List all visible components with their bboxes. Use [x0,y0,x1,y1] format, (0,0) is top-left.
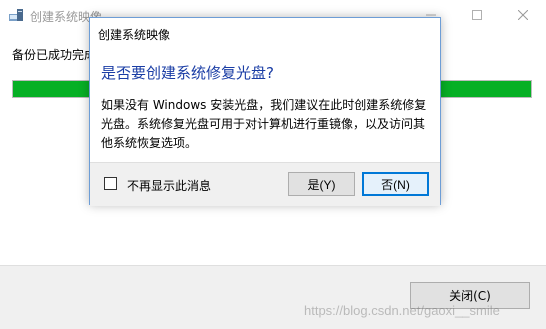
yes-button[interactable]: 是(Y) [288,172,355,196]
dont-show-again-label[interactable]: 不再显示此消息 [127,177,211,194]
dialog-heading: 是否要创建系统修复光盘? [101,64,274,82]
close-icon[interactable] [500,0,546,30]
repair-disc-dialog: 创建系统映像 是否要创建系统修复光盘? 如果没有 Windows 安装光盘，我们… [89,17,441,206]
dialog-title: 创建系统映像 [98,28,171,42]
dialog-body-text: 如果没有 Windows 安装光盘，我们建议在此时创建系统修复光盘。系统修复光盘… [101,98,427,150]
close-button[interactable]: 关闭(C) [410,282,530,309]
no-button[interactable]: 否(N) [362,172,429,196]
dialog-titlebar: 创建系统映像 [90,18,440,48]
dialog-footer: 不再显示此消息 是(Y) 否(N) [90,162,440,206]
maximize-icon[interactable] [454,0,500,30]
dont-show-again-checkbox[interactable] [104,177,117,190]
backup-status-text: 备份已成功完成 [12,48,92,62]
system-image-app-icon [9,9,23,21]
